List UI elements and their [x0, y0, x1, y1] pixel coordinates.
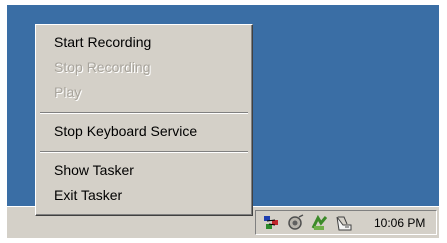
- menu-item-play: Play: [54, 84, 82, 100]
- menu-separator: [40, 112, 248, 114]
- taskbar-clock[interactable]: 10:06 PM: [374, 216, 425, 230]
- menu-item-start-recording[interactable]: Start Recording: [54, 34, 151, 50]
- screen: 10:06 PM Start Recording Stop Recording …: [0, 0, 447, 243]
- tasker-icon[interactable]: [310, 214, 330, 232]
- printer-icon[interactable]: [334, 214, 354, 232]
- menu-item-stop-keyboard-service[interactable]: Stop Keyboard Service: [54, 123, 197, 139]
- menu-item-exit-tasker[interactable]: Exit Tasker: [54, 187, 122, 203]
- network-icon[interactable]: [262, 214, 282, 232]
- menu-item-stop-recording: Stop Recording: [54, 59, 151, 75]
- system-tray: 10:06 PM: [255, 210, 437, 235]
- tray-context-menu: Start Recording Stop Recording Play Stop…: [35, 24, 253, 216]
- menu-separator: [40, 151, 248, 153]
- volume-icon[interactable]: [286, 214, 306, 232]
- menu-item-show-tasker[interactable]: Show Tasker: [54, 162, 134, 178]
